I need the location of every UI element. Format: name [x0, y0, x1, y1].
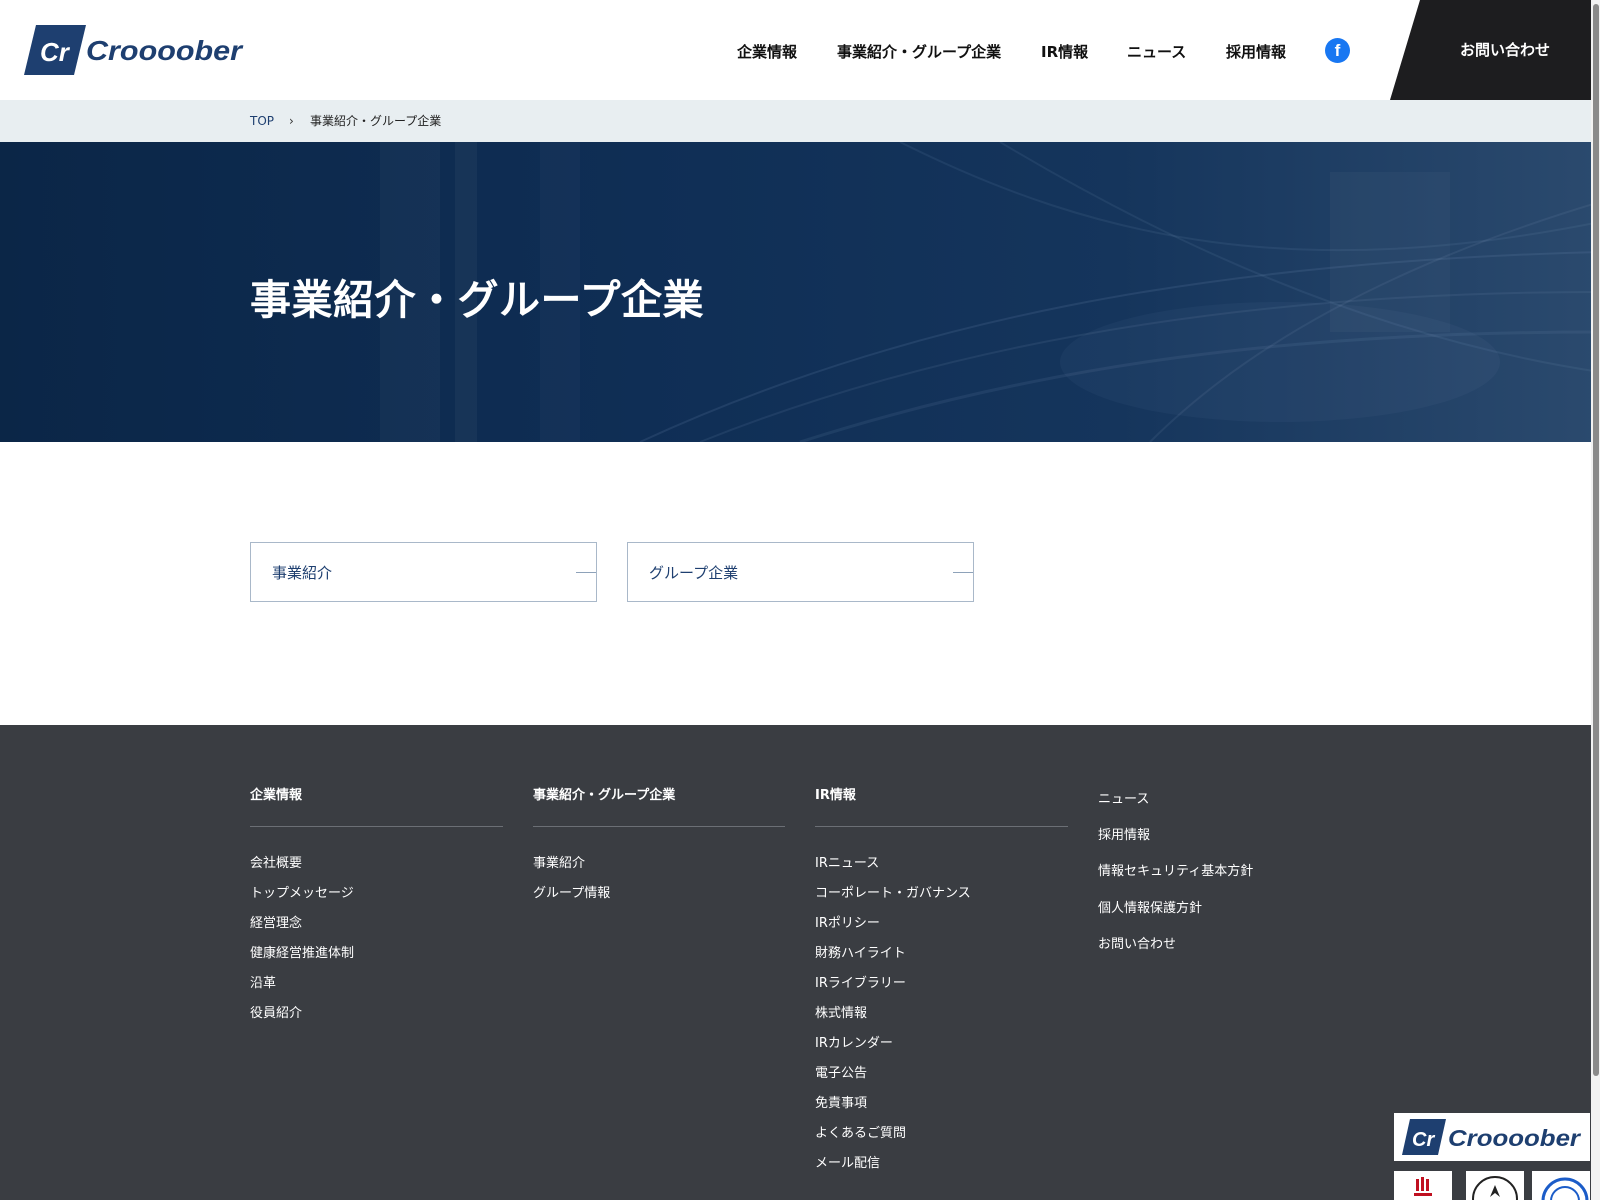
logo-mark: Cr	[1412, 1129, 1435, 1151]
footer-link[interactable]: よくあるご質問	[815, 1122, 906, 1141]
footer-link[interactable]: グループ情報	[533, 882, 610, 901]
footer-link[interactable]: IRライブラリー	[815, 972, 906, 991]
hero-banner: 事業紹介・グループ企業	[0, 142, 1600, 442]
certification-badge-2[interactable]	[1466, 1171, 1524, 1200]
footer-link[interactable]: IRカレンダー	[815, 1032, 893, 1051]
hero-background-image	[455, 142, 1600, 442]
footer-link[interactable]: 健康経営推進体制	[250, 942, 354, 961]
site-header: Cr Croooober 企業情報 事業紹介・グループ企業 IR情報 ニュース …	[0, 0, 1600, 100]
site-footer: 企業情報 会社概要 トップメッセージ 経営理念 健康経営推進体制 沿革 役員紹介…	[0, 725, 1600, 1200]
footer-heading-ir[interactable]: IR情報	[815, 784, 856, 803]
page-title: 事業紹介・グループ企業	[250, 276, 705, 324]
footer-link[interactable]: 役員紹介	[250, 1002, 302, 1021]
footer-link[interactable]: 電子公告	[815, 1062, 867, 1081]
breadcrumb: TOP › 事業紹介・グループ企業	[0, 100, 1600, 142]
logo-wordmark: Croooober	[1448, 1125, 1581, 1151]
contact-button[interactable]: お問い合わせ	[1390, 0, 1600, 100]
business-intro-card[interactable]: 事業紹介	[250, 542, 597, 602]
footer-link[interactable]: IRポリシー	[815, 912, 880, 931]
nav-item-business[interactable]: 事業紹介・グループ企業	[837, 36, 1001, 68]
breadcrumb-current: 事業紹介・グループ企業	[310, 114, 442, 128]
facebook-icon[interactable]: f	[1325, 38, 1350, 63]
breadcrumb-top-link[interactable]: TOP	[250, 100, 274, 142]
footer-link-security-policy[interactable]: 情報セキュリティ基本方針	[1098, 860, 1253, 879]
breadcrumb-chevron-icon: ›	[289, 114, 294, 128]
arrow-line-icon	[576, 572, 596, 573]
logo-mark: Cr	[40, 37, 71, 67]
croooober-logo[interactable]: Cr Croooober	[24, 25, 246, 75]
footer-link-recruit[interactable]: 採用情報	[1098, 824, 1150, 843]
footer-link[interactable]: 沿革	[250, 972, 276, 991]
nav-item-company[interactable]: 企業情報	[737, 36, 797, 68]
logo-wordmark: Croooober	[86, 35, 244, 66]
footer-divider	[250, 826, 503, 827]
facebook-glyph: f	[1334, 41, 1341, 60]
card-label: 事業紹介	[272, 564, 333, 582]
footer-link[interactable]: 株式情報	[815, 1002, 867, 1021]
footer-heading-business[interactable]: 事業紹介・グループ企業	[533, 784, 675, 803]
page-scrollbar-thumb[interactable]	[1593, 4, 1599, 1076]
footer-link-privacy-policy[interactable]: 個人情報保護方針	[1098, 897, 1202, 916]
footer-link-contact[interactable]: お問い合わせ	[1098, 933, 1176, 952]
card-label: グループ企業	[649, 564, 739, 582]
certification-badge-1[interactable]	[1394, 1171, 1452, 1200]
footer-link[interactable]: コーポレート・ガバナンス	[815, 882, 971, 901]
arrow-line-icon	[953, 572, 973, 573]
footer-link[interactable]: 免責事項	[815, 1092, 867, 1111]
nav-item-ir[interactable]: IR情報	[1041, 36, 1088, 68]
certification-badge-3[interactable]	[1532, 1171, 1590, 1200]
footer-link[interactable]: メール配信	[815, 1152, 880, 1171]
footer-link[interactable]: 事業紹介	[533, 852, 585, 871]
nav-item-recruit[interactable]: 採用情報	[1226, 36, 1286, 68]
footer-divider	[815, 826, 1068, 827]
footer-link-news[interactable]: ニュース	[1098, 788, 1149, 807]
footer-heading-company[interactable]: 企業情報	[250, 784, 302, 803]
footer-link[interactable]: 財務ハイライト	[815, 942, 906, 961]
footer-link[interactable]: IRニュース	[815, 852, 879, 871]
footer-link[interactable]: 会社概要	[250, 852, 302, 871]
footer-link[interactable]: 経営理念	[250, 912, 302, 931]
contact-button-label: お問い合わせ	[1460, 41, 1551, 59]
group-companies-card[interactable]: グループ企業	[627, 542, 974, 602]
footer-croooober-logo[interactable]: Cr Croooober	[1394, 1113, 1590, 1161]
footer-link[interactable]: トップメッセージ	[250, 882, 354, 901]
nav-item-news[interactable]: ニュース	[1127, 36, 1186, 68]
footer-divider	[533, 826, 785, 827]
